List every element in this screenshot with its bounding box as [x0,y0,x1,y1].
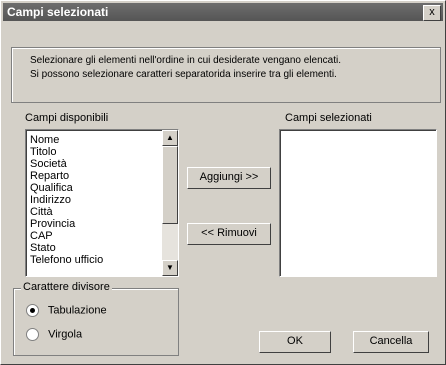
separator-group-title: Carattere divisore [21,281,112,293]
list-item[interactable]: Città [30,206,53,218]
instructions-line-1: Selezionare gli elementi nell'ordine in … [30,55,341,66]
scroll-thumb[interactable] [162,146,178,224]
cancel-button[interactable]: Cancella [353,331,429,353]
scroll-up-arrow-icon[interactable]: ▲ [162,130,178,146]
list-item[interactable]: Indirizzo [30,194,71,206]
list-item[interactable]: Provincia [30,218,75,230]
separator-group [13,288,179,356]
window-title: Campi selezionati [7,5,109,19]
instructions-panel: Selezionare gli elementi nell'ordine in … [11,47,441,103]
instructions-line-2: Si possono selezionare caratteri separat… [30,69,337,80]
list-item[interactable]: Nome [30,134,59,146]
list-item[interactable]: Reparto [30,170,69,182]
radio-virgola[interactable]: Virgola [26,328,82,341]
vertical-scrollbar[interactable]: ▲ ▼ [162,130,178,276]
add-button[interactable]: Aggiungi >> [187,167,271,189]
radio-tabulazione[interactable]: Tabulazione [26,304,107,317]
ok-button[interactable]: OK [259,331,331,353]
list-item[interactable]: Titolo [30,146,57,158]
radio-virgola-label: Virgola [48,328,83,341]
list-item[interactable]: Società [30,158,67,170]
close-button[interactable]: x [423,5,441,21]
list-item[interactable]: Telefono ufficio [30,254,103,266]
selected-fields-list[interactable] [279,129,437,277]
list-item[interactable]: Qualifica [30,182,73,194]
radio-unselected-icon [26,328,39,341]
radio-tabulazione-label: Tabulazione [47,304,107,317]
scroll-down-arrow-icon[interactable]: ▼ [162,260,178,276]
list-item[interactable]: Stato [30,242,56,254]
dialog-window: Campi selezionati x Selezionare gli elem… [0,0,446,365]
available-fields-label: Campi disponibili [25,112,109,124]
radio-selected-icon [26,304,39,317]
selected-fields-label: Campi selezionati [285,112,372,124]
list-item[interactable]: CAP [30,230,53,242]
title-bar[interactable]: Campi selezionati x [3,3,443,21]
remove-button[interactable]: << Rimuovi [187,223,271,245]
available-fields-list[interactable]: Nome Titolo Società Reparto Qualifica In… [25,129,179,277]
